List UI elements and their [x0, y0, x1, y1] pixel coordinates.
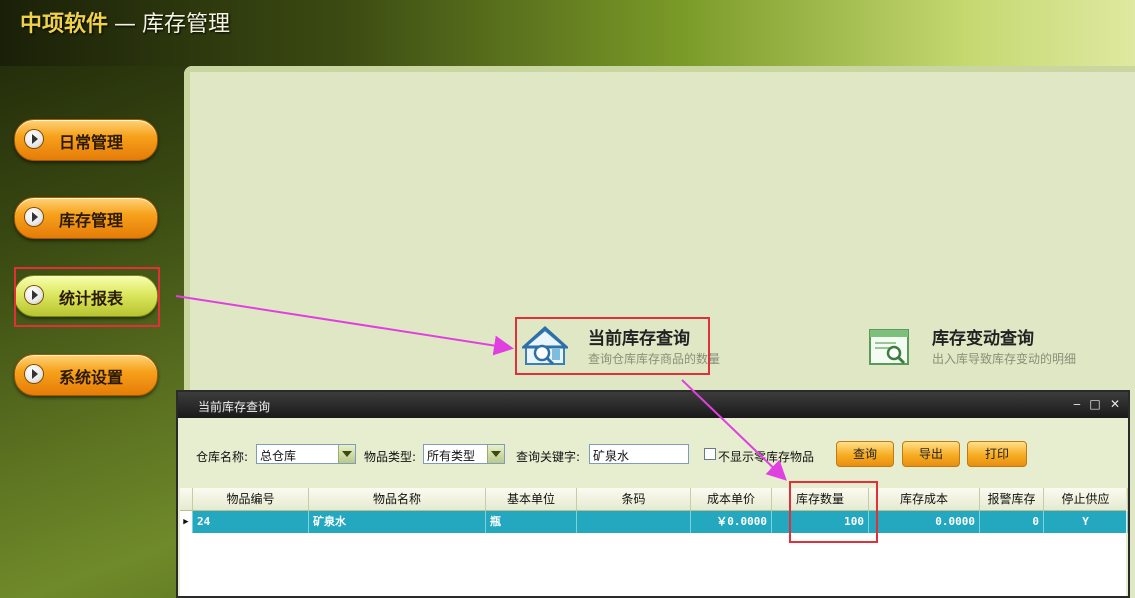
- col-header[interactable]: 物品编号: [193, 488, 309, 510]
- col-header[interactable]: 库存成本: [869, 488, 980, 510]
- app-title-separator: —: [114, 12, 137, 37]
- keyword-input[interactable]: 矿泉水: [589, 444, 689, 464]
- type-value: 所有类型: [427, 449, 476, 463]
- sidebar-item-label: 库存管理: [59, 211, 124, 230]
- cell-stop[interactable]: Y: [1044, 511, 1128, 533]
- col-header[interactable]: 停止供应: [1044, 488, 1128, 510]
- query-button[interactable]: 查询: [836, 441, 894, 467]
- stock-change-query-function[interactable]: 库存变动查询 出入库导致库存变动的明细: [862, 322, 1082, 372]
- keyword-label: 查询关键字:: [516, 450, 581, 464]
- cell-alarm[interactable]: 0: [980, 511, 1044, 533]
- stock-grid: 物品编号 物品名称 基本单位 条码 成本单价 库存数量 库存成本 报警库存 停止…: [180, 488, 1128, 596]
- sidebar-item-label: 系统设置: [59, 368, 124, 387]
- filter-bar: 仓库名称: 总仓库 物品类型: 所有类型 查询关键字: 矿泉水 不显示零库存物品…: [178, 438, 1128, 470]
- sidebar-item-inventory[interactable]: 库存管理: [14, 197, 158, 239]
- col-header[interactable]: 条码: [577, 488, 691, 510]
- app-title-main: 中项软件: [20, 12, 109, 37]
- zero-stock-label: 不显示零库存物品: [718, 450, 815, 464]
- dialog-title-bar[interactable]: 当前库存查询 ‒ □ ✕: [178, 392, 1128, 418]
- minimize-icon[interactable]: ‒: [1070, 397, 1084, 411]
- col-header[interactable]: 报警库存: [980, 488, 1044, 510]
- play-icon: [25, 365, 43, 383]
- col-header[interactable]: 物品名称: [309, 488, 486, 510]
- play-icon: [25, 208, 43, 226]
- row-indicator-icon: ▶: [180, 511, 193, 533]
- grid-corner: [180, 488, 193, 510]
- window-search-icon: [869, 329, 909, 365]
- function-desc: 出入库导致库存变动的明细: [932, 352, 1077, 366]
- col-header[interactable]: 成本单价: [691, 488, 772, 510]
- sidebar: 日常管理 库存管理 统计报表 系统设置: [0, 66, 183, 598]
- function-title: 库存变动查询: [932, 329, 1034, 349]
- col-header[interactable]: 基本单位: [486, 488, 577, 510]
- keyword-value: 矿泉水: [593, 449, 630, 463]
- highlight-box-current-stock: [515, 317, 710, 375]
- warehouse-label: 仓库名称:: [196, 450, 249, 464]
- cell-name[interactable]: 矿泉水: [309, 511, 486, 533]
- grid-header: 物品编号 物品名称 基本单位 条码 成本单价 库存数量 库存成本 报警库存 停止…: [180, 488, 1128, 511]
- chevron-down-icon[interactable]: [487, 445, 504, 463]
- highlight-box-qty-column: [789, 481, 878, 543]
- maximize-icon[interactable]: □: [1088, 397, 1102, 411]
- app-title-sub: 库存管理: [142, 12, 231, 37]
- chevron-down-icon[interactable]: [338, 445, 355, 463]
- print-button[interactable]: 打印: [967, 441, 1027, 467]
- cell-stock-cost[interactable]: 0.0000: [869, 511, 980, 533]
- sidebar-item-settings[interactable]: 系统设置: [14, 354, 158, 396]
- warehouse-value: 总仓库: [260, 449, 297, 463]
- zero-stock-checkbox[interactable]: [704, 448, 716, 460]
- type-label: 物品类型:: [364, 450, 417, 464]
- stock-query-dialog: 当前库存查询 ‒ □ ✕ 仓库名称: 总仓库 物品类型: 所有类型 查询关键字:…: [176, 390, 1130, 598]
- app-title: 中项软件 — 库存管理: [20, 6, 230, 38]
- highlight-box-reports: [14, 267, 160, 327]
- close-icon[interactable]: ✕: [1108, 397, 1122, 411]
- warehouse-select[interactable]: 总仓库: [256, 444, 356, 464]
- type-select[interactable]: 所有类型: [423, 444, 505, 464]
- play-icon: [25, 130, 43, 148]
- table-row[interactable]: ▶ 24 矿泉水 瓶 ￥0.0000 100 0.0000 0 Y: [180, 511, 1128, 533]
- sidebar-item-label: 日常管理: [59, 133, 124, 152]
- dialog-title: 当前库存查询: [198, 400, 271, 414]
- cell-unit-cost[interactable]: ￥0.0000: [691, 511, 772, 533]
- sidebar-item-daily[interactable]: 日常管理: [14, 119, 158, 161]
- title-bar: 中项软件 — 库存管理: [0, 0, 1135, 66]
- cell-barcode[interactable]: [577, 511, 691, 533]
- cell-code[interactable]: 24: [193, 511, 309, 533]
- export-button[interactable]: 导出: [902, 441, 960, 467]
- cell-unit[interactable]: 瓶: [486, 511, 577, 533]
